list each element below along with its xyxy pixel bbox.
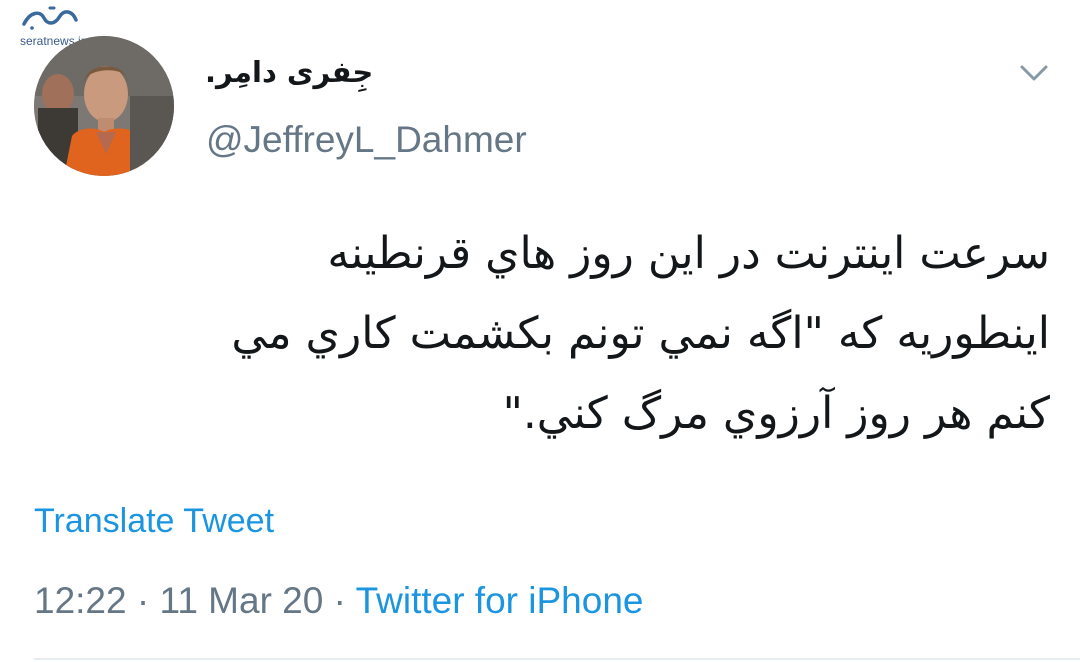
- watermark-logo: [22, 6, 78, 30]
- chevron-down-icon[interactable]: [1018, 60, 1050, 86]
- meta-separator: ·: [126, 580, 160, 621]
- tweet-text-line: سرعت اينترنت در اين روز هاي قرنطينه: [327, 228, 1050, 279]
- avatar[interactable]: [34, 36, 174, 176]
- divider: [34, 658, 1080, 660]
- translate-tweet-link[interactable]: Translate Tweet: [34, 502, 274, 541]
- tweet-text-line: كنم هر روز آرزوي مرگ كني.": [502, 388, 1050, 439]
- tweet-metadata: 12:22 · 11 Mar 20 · Twitter for iPhone: [34, 580, 643, 622]
- tweet-text-line: اينطوريه كه "اگه نمي تونم بكشمت كاري مي: [231, 308, 1050, 359]
- username[interactable]: @JeffreyL_Dahmer: [206, 119, 527, 161]
- avatar-image: [34, 36, 174, 176]
- tweet-text: سرعت اينترنت در اين روز هاي قرنطينه اينط…: [60, 214, 1050, 454]
- tweet-source-link[interactable]: Twitter for iPhone: [356, 580, 644, 621]
- display-name[interactable]: جِفری دامِر.: [205, 55, 373, 89]
- tweet-card: seratnews.ir جِفری دامِر. @JeffreyL_Dahm…: [0, 0, 1080, 662]
- tweet-date[interactable]: 11 Mar 20: [159, 580, 323, 621]
- meta-separator: ·: [323, 580, 356, 621]
- tweet-time[interactable]: 12:22: [34, 580, 127, 621]
